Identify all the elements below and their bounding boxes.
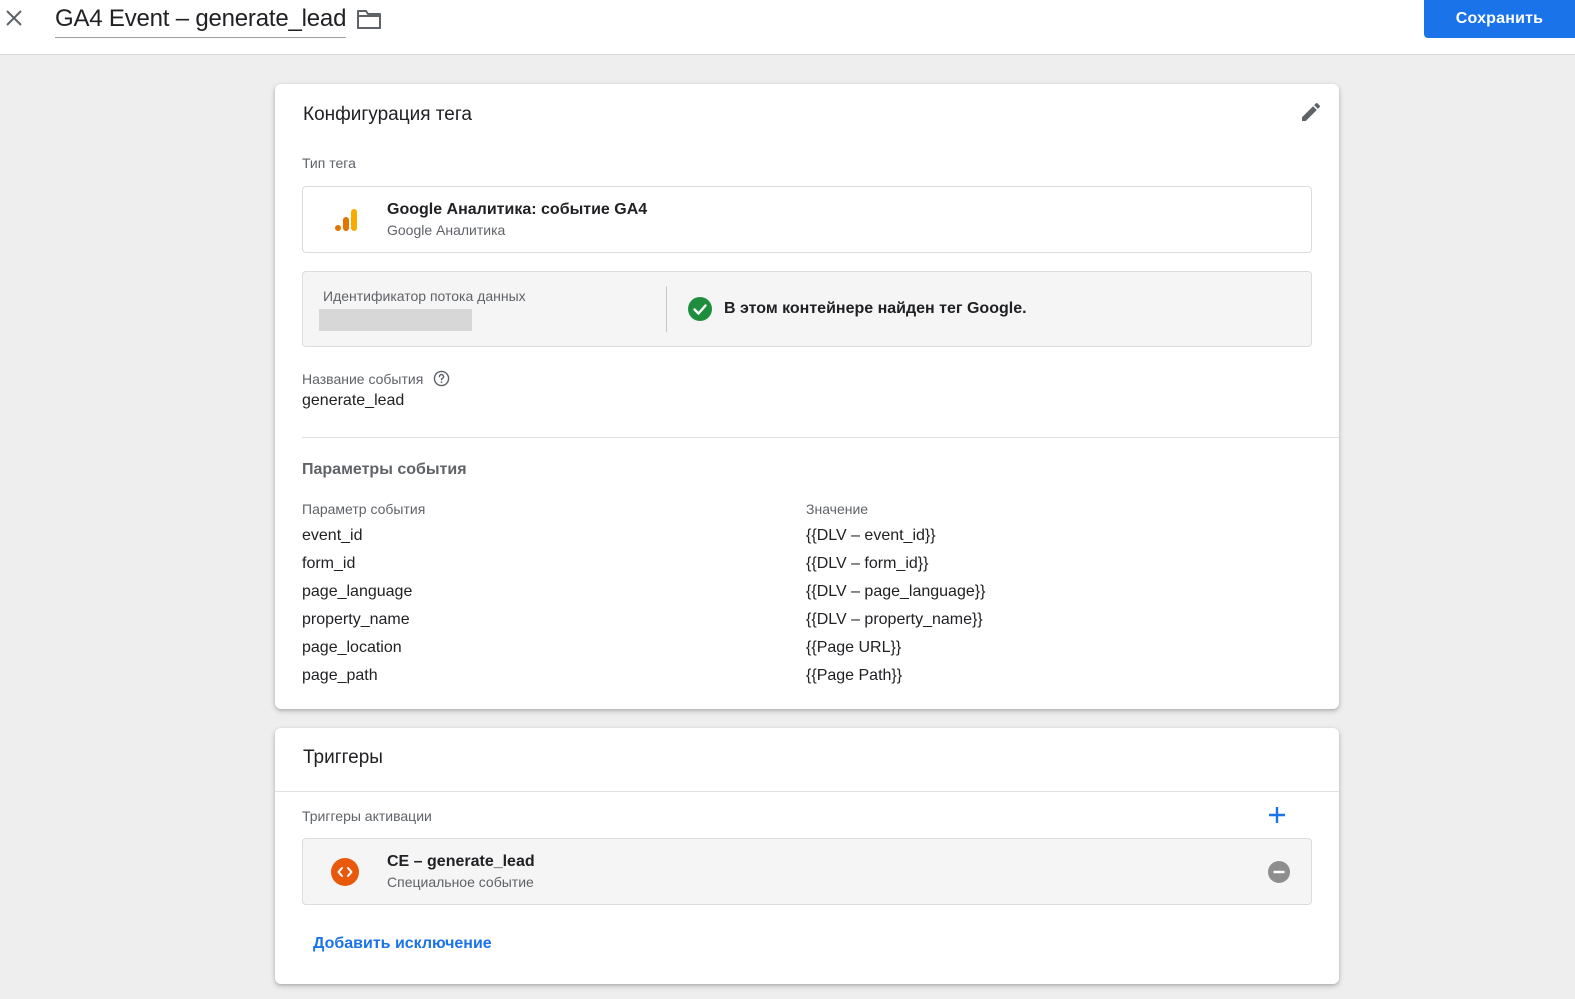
- folder-icon: [357, 10, 381, 29]
- tag-type-label: Тип тега: [302, 155, 356, 171]
- param-name-column-header: Параметр события: [302, 501, 426, 517]
- help-icon[interactable]: [433, 370, 450, 387]
- tag-name-field[interactable]: GA4 Event – generate_lead: [55, 2, 346, 38]
- folder-button[interactable]: [356, 8, 382, 30]
- trigger-item[interactable]: CE – generate_lead Специальное событие: [302, 838, 1312, 905]
- tag-name-text: GA4 Event – generate_lead: [55, 4, 347, 32]
- edit-button[interactable]: [1299, 100, 1323, 124]
- param-row: property_name {{DLV – property_name}}: [302, 611, 1302, 639]
- param-value: {{DLV – form_id}}: [806, 555, 929, 572]
- param-name: property_name: [302, 611, 410, 628]
- tag-type-subtitle: Google Аналитика: [387, 222, 506, 238]
- tag-configuration-card: Конфигурация тега Тип тега Google Аналит…: [275, 84, 1339, 709]
- param-name: event_id: [302, 527, 363, 544]
- param-name: page_path: [302, 667, 378, 684]
- tag-type-name: Google Аналитика: событие GA4: [387, 201, 648, 218]
- remove-circle-icon: [1268, 861, 1290, 883]
- add-trigger-button[interactable]: [1266, 804, 1288, 826]
- remove-trigger-button[interactable]: [1267, 860, 1291, 884]
- param-name: form_id: [302, 555, 356, 572]
- param-row: page_language {{DLV – page_language}}: [302, 583, 1302, 611]
- firing-triggers-label: Триггеры активации: [302, 808, 432, 824]
- param-row: form_id {{DLV – form_id}}: [302, 555, 1302, 583]
- tag-configuration-title: Конфигурация тега: [303, 104, 472, 125]
- param-value: {{Page URL}}: [806, 639, 902, 656]
- trigger-type: Специальное событие: [387, 874, 534, 890]
- event-name-value: generate_lead: [302, 392, 405, 409]
- plus-icon: [1269, 807, 1285, 823]
- param-row: event_id {{DLV – event_id}}: [302, 527, 1302, 555]
- param-value: {{Page Path}}: [806, 667, 903, 684]
- param-value: {{DLV – event_id}}: [806, 527, 936, 544]
- custom-event-icon: [331, 858, 359, 886]
- stream-id-redacted-value: [319, 309, 472, 331]
- close-button[interactable]: [2, 6, 26, 30]
- top-bar: GA4 Event – generate_lead Сохранить: [0, 0, 1575, 55]
- trigger-name: CE – generate_lead: [387, 853, 535, 870]
- param-row: page_location {{Page URL}}: [302, 639, 1302, 667]
- save-button[interactable]: Сохранить: [1424, 0, 1575, 38]
- pencil-icon: [1302, 102, 1321, 121]
- stream-id-panel: Идентификатор потока данных В этом конте…: [302, 271, 1312, 347]
- add-exception-link[interactable]: Добавить исключение: [313, 935, 492, 953]
- stream-divider: [666, 286, 667, 332]
- event-params-title: Параметры события: [302, 461, 467, 478]
- triggers-divider: [275, 791, 1339, 792]
- triggers-title: Триггеры: [303, 747, 383, 768]
- section-divider: [302, 437, 1339, 438]
- google-analytics-icon: [335, 209, 357, 231]
- tag-type-selector[interactable]: Google Аналитика: событие GA4 Google Ана…: [302, 186, 1312, 253]
- event-name-label: Название события: [302, 370, 424, 387]
- stream-id-label: Идентификатор потока данных: [323, 288, 526, 304]
- close-icon: [6, 10, 22, 26]
- google-tag-found-status: В этом контейнере найден тег Google.: [724, 300, 1027, 317]
- param-value: {{DLV – property_name}}: [806, 611, 983, 628]
- check-circle-icon: [688, 297, 712, 321]
- param-name: page_location: [302, 639, 402, 656]
- param-row: page_path {{Page Path}}: [302, 667, 1302, 695]
- param-name: page_language: [302, 583, 413, 600]
- param-value: {{DLV – page_language}}: [806, 583, 986, 600]
- event-name-label-row: Название события: [302, 370, 450, 387]
- triggers-card: Триггеры Триггеры активации CE – generat…: [275, 728, 1339, 984]
- param-value-column-header: Значение: [806, 501, 869, 517]
